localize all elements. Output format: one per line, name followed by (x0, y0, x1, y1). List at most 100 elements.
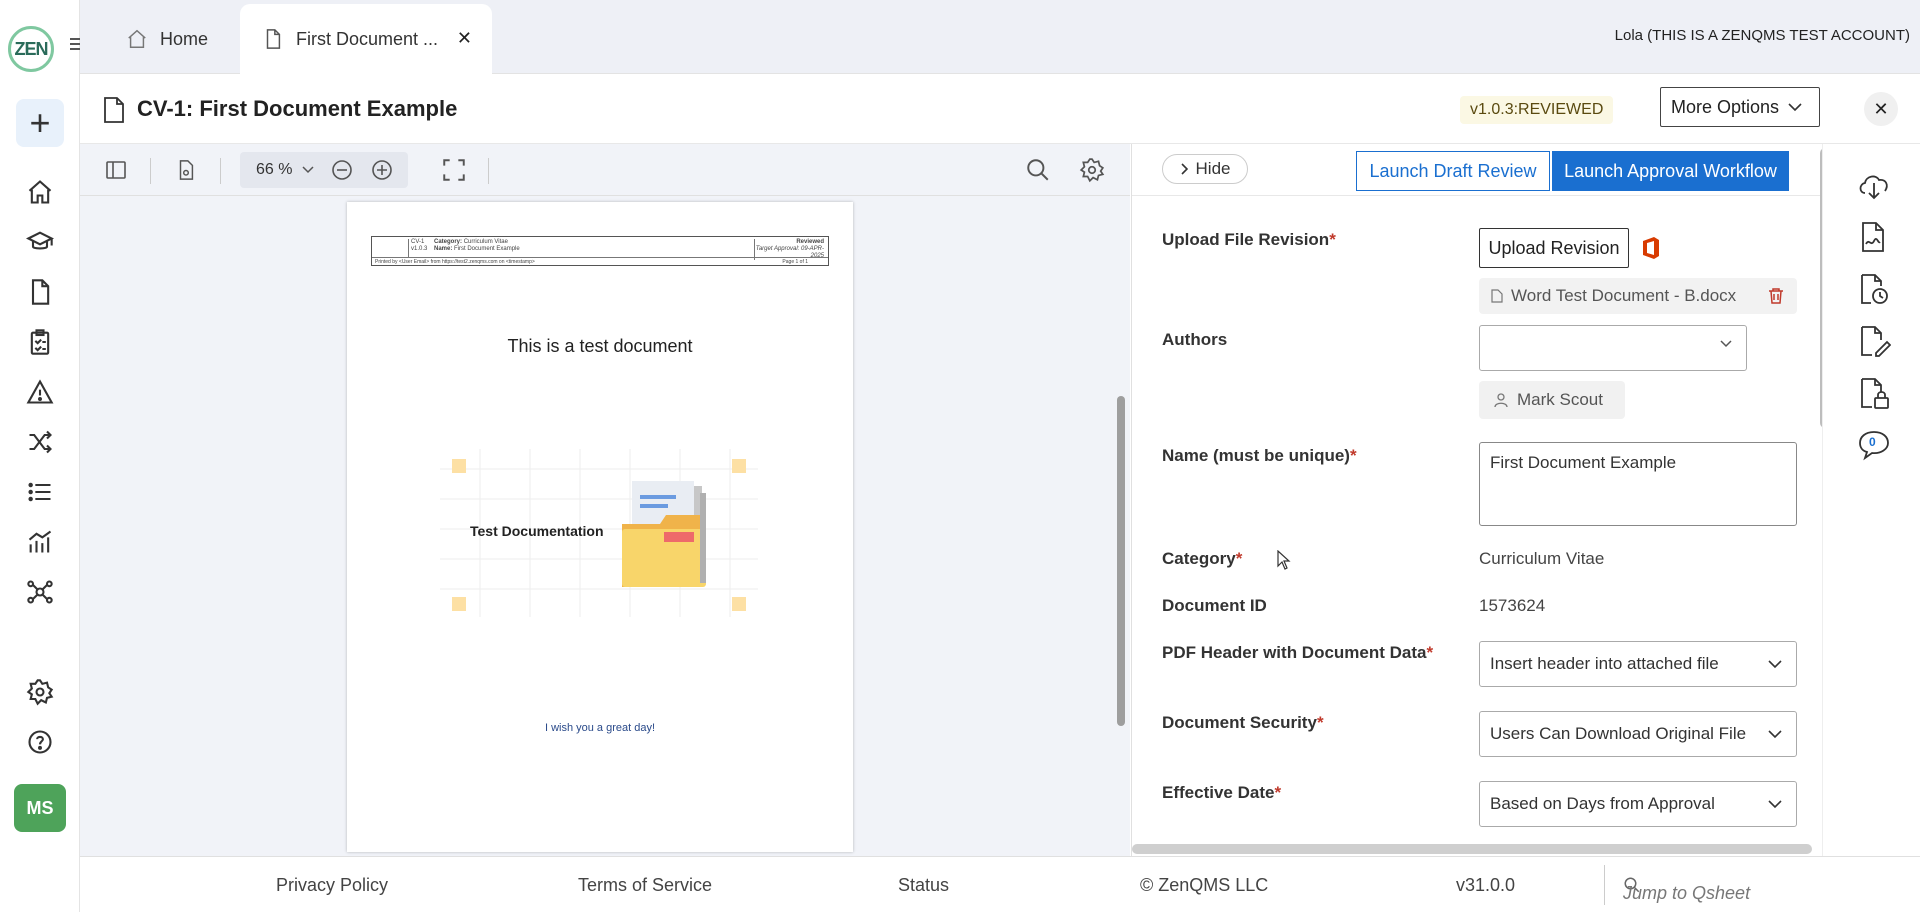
close-document-button[interactable]: ✕ (1864, 92, 1898, 126)
page-header-version: v1.0.3 (411, 246, 428, 252)
page-header-name-label: Name: (434, 246, 453, 252)
right-action-rail: 0 (1822, 144, 1920, 856)
authors-label: Authors (1162, 330, 1228, 349)
page-footer: Privacy Policy Terms of Service Status ©… (80, 856, 1920, 912)
user-name[interactable]: Lola (THIS IS A ZENQMS TEST ACCOUNT) (1615, 27, 1910, 44)
settings-icon[interactable] (22, 674, 58, 710)
chevron-down-icon (1788, 103, 1802, 112)
document-tab-icon (266, 29, 281, 49)
launch-draft-review-button[interactable]: Launch Draft Review (1356, 151, 1550, 191)
chevron-down-icon (1768, 730, 1782, 739)
zoom-in-icon[interactable] (370, 158, 394, 182)
chevron-down-icon (302, 166, 314, 174)
analytics-icon[interactable] (22, 524, 58, 560)
more-options-label: More Options (1671, 96, 1780, 117)
illustration-label: Test Documentation (470, 523, 604, 539)
document-security-select[interactable]: Users Can Download Original File (1479, 711, 1797, 757)
gear-icon[interactable] (1078, 156, 1106, 184)
document-icon (104, 97, 124, 123)
hide-label: Hide (1195, 159, 1231, 178)
chevron-right-icon (1180, 163, 1188, 175)
page-header-printed: Printed by <User Email> from https://tes… (375, 259, 535, 265)
effective-date-select[interactable]: Based on Days from Approval (1479, 781, 1797, 827)
terms-of-service-link[interactable]: Terms of Service (578, 875, 712, 896)
home-icon[interactable] (22, 174, 58, 210)
document-settings-icon[interactable] (172, 156, 200, 184)
warning-icon[interactable] (22, 374, 58, 410)
upload-revision-button[interactable]: Upload Revision (1479, 228, 1629, 268)
effective-date-label: Effective Date* (1162, 783, 1282, 802)
add-button[interactable]: + (16, 99, 64, 147)
avatar-initials: MS (26, 797, 54, 818)
attached-file-chip[interactable]: Word Test Document - B.docx (1479, 278, 1797, 314)
document-edit-icon[interactable] (1855, 322, 1893, 360)
page-header-name: First Document Example (454, 246, 520, 252)
status-link[interactable]: Status (898, 875, 949, 896)
document-history-icon[interactable] (1855, 270, 1893, 308)
home-tab-icon (128, 29, 146, 48)
document-properties-panel: Hide Launch Draft Review Launch Approval… (1131, 144, 1830, 856)
version-badge: v1.0.3:REVIEWED (1460, 96, 1614, 124)
hide-button[interactable]: Hide (1162, 154, 1248, 184)
chevron-down-icon (1720, 340, 1732, 348)
document-page: CV-1 v1.0.3 Category: Curriculum Vitae N… (347, 202, 853, 852)
pdf-page-header: CV-1 v1.0.3 Category: Curriculum Vitae N… (371, 236, 829, 266)
document-id-value: 1573624 (1479, 596, 1546, 615)
test-documentation-illustration: Test Documentation (440, 449, 758, 617)
tab-label: Home (160, 28, 209, 49)
page-header-footer: Printed by <User Email> from https://tes… (372, 257, 828, 265)
zoom-out-icon[interactable] (330, 158, 354, 182)
cloud-download-icon[interactable] (1855, 166, 1893, 204)
zen-logo[interactable]: ZEN (8, 26, 54, 72)
user-icon (1494, 393, 1508, 408)
sidebar-toggle-icon[interactable] (102, 156, 130, 184)
jump-to-qsheet-input[interactable]: Jump to Qsheet (1604, 865, 1920, 905)
page-header-meta: Category: Curriculum Vitae Name: First D… (434, 239, 684, 253)
document-lock-icon[interactable] (1855, 374, 1893, 412)
document-sign-icon[interactable] (1855, 218, 1893, 256)
training-icon[interactable] (22, 224, 58, 260)
office-icon[interactable] (1641, 236, 1661, 260)
author-chip[interactable]: Mark Scout (1479, 381, 1625, 419)
document-footer-text: I wish you a great day! (544, 722, 656, 734)
document-security-value: Users Can Download Original File (1490, 724, 1747, 743)
viewer-scrollbar[interactable] (1117, 396, 1125, 726)
checklist-icon[interactable] (22, 324, 58, 360)
more-options-button[interactable]: More Options (1660, 87, 1820, 127)
pdf-header-select[interactable]: Insert header into attached file (1479, 641, 1797, 687)
help-icon[interactable] (22, 724, 58, 760)
close-tab-icon[interactable]: ✕ (457, 28, 472, 49)
user-avatar[interactable]: MS (14, 784, 66, 832)
pdf-header-label: PDF Header with Document Data* (1162, 643, 1434, 662)
launch-approval-workflow-button[interactable]: Launch Approval Workflow (1552, 151, 1789, 191)
page-header-id-cell: CV-1 v1.0.3 (408, 239, 430, 257)
comments-icon[interactable]: 0 (1855, 426, 1893, 464)
panel-toolbar: Hide Launch Draft Review Launch Approval… (1132, 144, 1822, 196)
document-viewer[interactable]: CV-1 v1.0.3 Category: Curriculum Vitae N… (80, 196, 1130, 856)
page-header-category: Curriculum Vitae (463, 239, 508, 245)
copyright-text: © ZenQMS LLC (1140, 875, 1269, 895)
name-field[interactable] (1479, 442, 1797, 526)
documents-icon[interactable] (22, 274, 58, 310)
zoom-level: 66 % (256, 161, 293, 178)
search-icon[interactable] (1024, 156, 1052, 184)
privacy-policy-link[interactable]: Privacy Policy (276, 875, 388, 896)
zoom-control[interactable]: 66 % (240, 152, 408, 188)
jump-placeholder: Jump to Qsheet (1623, 883, 1751, 903)
file-icon (1491, 289, 1503, 303)
fullscreen-icon[interactable] (440, 156, 468, 184)
logo-text: ZEN (14, 38, 49, 59)
pdf-header-value: Insert header into attached file (1490, 654, 1719, 673)
list-icon[interactable] (22, 474, 58, 510)
network-icon[interactable] (22, 574, 58, 610)
document-title-bar: CV-1: First Document Example v1.0.3:REVI… (80, 74, 1920, 144)
trash-icon[interactable] (1767, 287, 1785, 305)
effective-date-value: Based on Days from Approval (1490, 794, 1715, 813)
mouse-cursor-icon (1277, 550, 1291, 570)
panel-horizontal-scrollbar[interactable] (1132, 844, 1812, 854)
attached-file-name: Word Test Document - B.docx (1511, 286, 1737, 305)
tab-first-document[interactable]: First Document ... ✕ (240, 4, 492, 74)
authors-select[interactable] (1479, 325, 1747, 371)
shuffle-icon[interactable] (22, 424, 58, 460)
tab-label: First Document ... (296, 28, 439, 49)
